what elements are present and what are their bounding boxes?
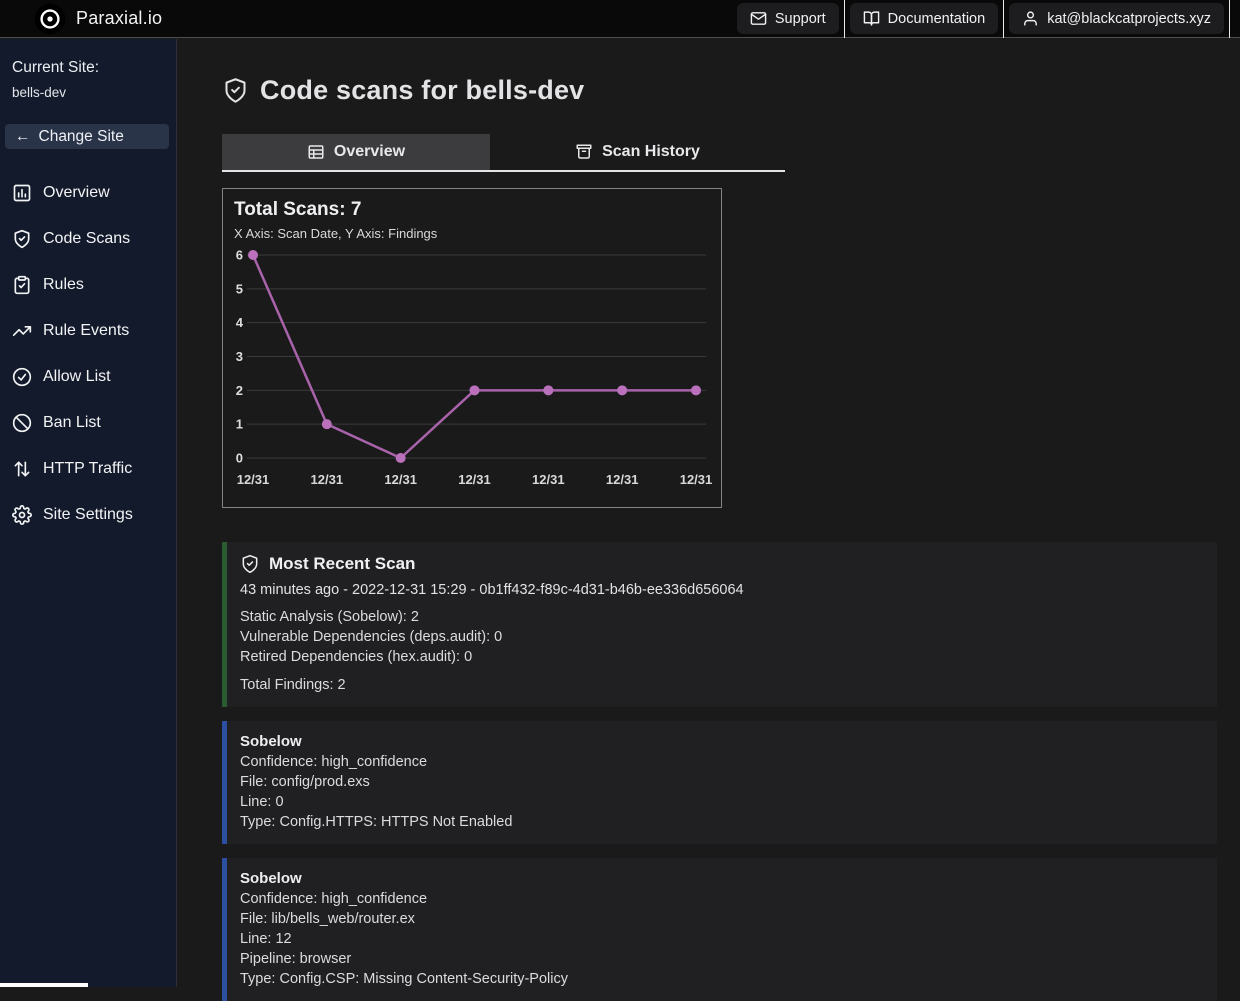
table-icon <box>307 143 325 161</box>
svg-text:1: 1 <box>236 417 243 432</box>
archive-tray-icon <box>575 143 593 161</box>
support-button[interactable]: Support <box>737 3 839 34</box>
finding-type: Type: Config.CSP: Missing Content-Securi… <box>240 969 1203 989</box>
current-site-label: Current Site: <box>12 59 164 77</box>
sidebar-item-overview[interactable]: Overview <box>12 183 164 203</box>
left-arrow-icon: ← <box>15 128 31 146</box>
svg-text:12/31: 12/31 <box>237 472 270 487</box>
page-title: Code scans for bells-dev <box>260 75 584 106</box>
finding-confidence: Confidence: high_confidence <box>240 752 1203 772</box>
total-scans-chart-card: Total Scans: 7 X Axis: Scan Date, Y Axis… <box>222 188 722 508</box>
ban-icon <box>12 413 32 433</box>
topbar-divider <box>844 0 845 38</box>
bar-chart-icon <box>12 183 32 203</box>
sidebar: Current Site: bells-dev ← Change Site Ov… <box>0 39 177 987</box>
clipboard-check-icon <box>12 275 32 295</box>
svg-text:12/31: 12/31 <box>606 472 639 487</box>
sidebar-item-rule-events[interactable]: Rule Events <box>12 321 164 341</box>
documentation-label: Documentation <box>888 11 986 27</box>
trending-up-icon <box>12 321 32 341</box>
current-site-name: bells-dev <box>12 85 164 100</box>
change-site-label: Change Site <box>39 128 124 146</box>
brand: Paraxial.io <box>34 3 162 35</box>
shield-check-icon <box>240 554 260 574</box>
sidebar-item-label: Rule Events <box>43 322 129 340</box>
topbar-divider <box>1003 0 1004 38</box>
most-recent-scan-title: Most Recent Scan <box>269 554 415 574</box>
total-findings: Total Findings: 2 <box>240 675 1203 695</box>
finding-confidence: Confidence: high_confidence <box>240 889 1203 909</box>
chart-subtitle: X Axis: Scan Date, Y Axis: Findings <box>234 226 710 241</box>
sidebar-item-http-traffic[interactable]: HTTP Traffic <box>12 459 164 479</box>
sidebar-item-label: Overview <box>43 184 110 202</box>
mail-icon <box>750 10 767 27</box>
shield-check-icon <box>12 229 32 249</box>
main-content: Code scans for bells-dev Overview Scan H… <box>178 39 1240 987</box>
most-recent-scan-card: Most Recent Scan 43 minutes ago - 2022-1… <box>222 542 1217 707</box>
svg-text:4: 4 <box>236 315 244 330</box>
finding-source: Sobelow <box>240 869 1203 889</box>
check-circle-icon <box>12 367 32 387</box>
svg-text:3: 3 <box>236 349 243 364</box>
stat-static-analysis: Static Analysis (Sobelow): 2 <box>240 607 1203 627</box>
sidebar-item-label: Rules <box>43 276 84 294</box>
finding-type: Type: Config.HTTPS: HTTPS Not Enabled <box>240 812 1203 832</box>
tab-scan-history-label: Scan History <box>602 143 700 161</box>
svg-text:12/31: 12/31 <box>532 472 565 487</box>
chart-title: Total Scans: 7 <box>234 199 710 221</box>
svg-text:12/31: 12/31 <box>458 472 491 487</box>
finding-file: File: config/prod.exs <box>240 772 1203 792</box>
gear-icon <box>12 505 32 525</box>
stat-vulnerable-deps: Vulnerable Dependencies (deps.audit): 0 <box>240 627 1203 647</box>
svg-text:0: 0 <box>236 451 243 466</box>
sidebar-item-label: Allow List <box>43 368 111 386</box>
change-site-button[interactable]: ← Change Site <box>5 124 169 149</box>
arrows-up-down-icon <box>12 459 32 479</box>
sidebar-item-ban-list[interactable]: Ban List <box>12 413 164 433</box>
sidebar-item-rules[interactable]: Rules <box>12 275 164 295</box>
brand-name: Paraxial.io <box>76 8 162 29</box>
tab-overview-label: Overview <box>334 143 405 161</box>
scan-chart: 0 1 2 3 4 5 6 12/31 12/31 12/31 12/31 12/31 12/31 12/… <box>234 245 712 495</box>
user-email: kat@blackcatprojects.xyz <box>1047 11 1211 27</box>
svg-text:6: 6 <box>236 248 243 263</box>
topbar-divider <box>1229 0 1230 38</box>
documentation-button[interactable]: Documentation <box>850 3 999 34</box>
topbar-actions: Support Documentation kat@blackcatprojec… <box>737 0 1240 38</box>
finding-card: Sobelow Confidence: high_confidence File… <box>222 721 1217 844</box>
finding-source: Sobelow <box>240 732 1203 752</box>
finding-card: Sobelow Confidence: high_confidence File… <box>222 858 1217 1001</box>
user-account-button[interactable]: kat@blackcatprojects.xyz <box>1009 3 1224 34</box>
sidebar-item-allow-list[interactable]: Allow List <box>12 367 164 387</box>
sidebar-item-label: HTTP Traffic <box>43 460 132 478</box>
svg-text:5: 5 <box>236 281 243 296</box>
shield-check-icon <box>222 77 249 104</box>
sidebar-item-code-scans[interactable]: Code Scans <box>12 229 164 249</box>
sidebar-item-label: Code Scans <box>43 230 130 248</box>
svg-text:12/31: 12/31 <box>311 472 344 487</box>
paraxial-logo-icon <box>34 3 66 35</box>
topbar: Paraxial.io Support Documentation kat@bl… <box>0 0 1240 38</box>
tab-overview[interactable]: Overview <box>222 134 490 170</box>
scan-meta: 43 minutes ago - 2022-12-31 15:29 - 0b1f… <box>240 582 1203 598</box>
finding-file: File: lib/bells_web/router.ex <box>240 909 1203 929</box>
sidebar-item-label: Ban List <box>43 414 101 432</box>
svg-text:12/31: 12/31 <box>680 472 712 487</box>
user-icon <box>1022 10 1039 27</box>
svg-text:2: 2 <box>236 383 243 398</box>
sidebar-item-label: Site Settings <box>43 506 133 524</box>
page-header: Code scans for bells-dev <box>222 75 1217 106</box>
finding-pipeline: Pipeline: browser <box>240 949 1203 969</box>
tab-bar: Overview Scan History <box>222 134 785 172</box>
finding-line-number: Line: 12 <box>240 929 1203 949</box>
sidebar-nav: Overview Code Scans Rules Rule Events <box>12 183 164 525</box>
book-open-icon <box>863 10 880 27</box>
stat-retired-deps: Retired Dependencies (hex.audit): 0 <box>240 647 1203 667</box>
horizontal-scrollbar-thumb[interactable] <box>0 983 88 987</box>
svg-text:12/31: 12/31 <box>384 472 417 487</box>
tab-scan-history[interactable]: Scan History <box>490 134 785 170</box>
sidebar-item-site-settings[interactable]: Site Settings <box>12 505 164 525</box>
support-label: Support <box>775 11 826 27</box>
finding-line-number: Line: 0 <box>240 792 1203 812</box>
